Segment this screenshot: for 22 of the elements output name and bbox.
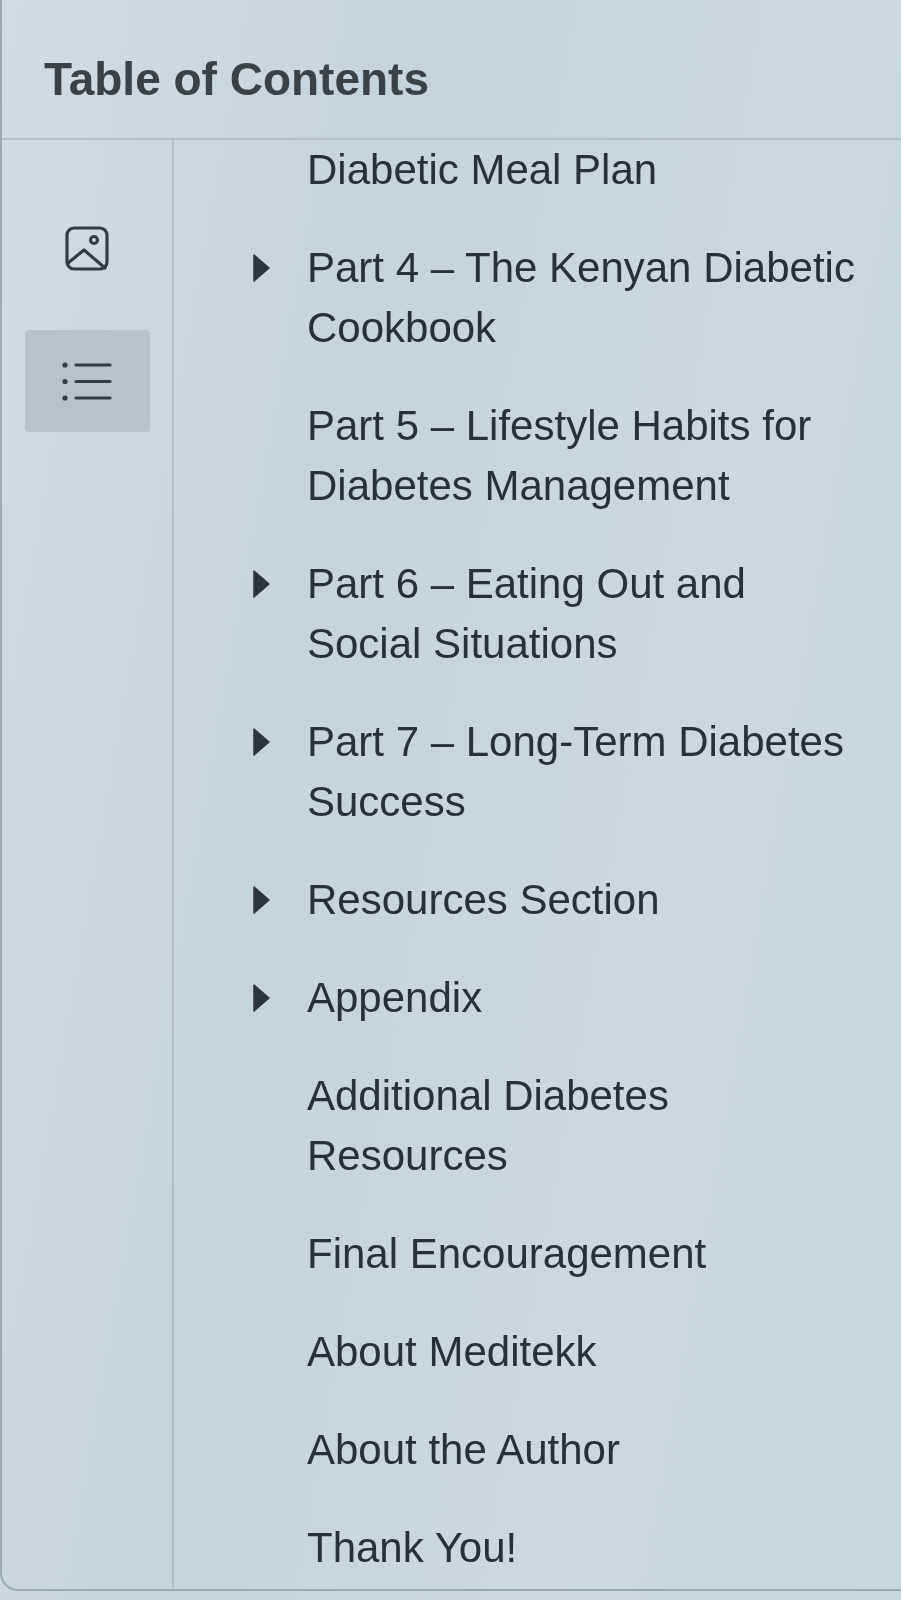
toc-entry[interactable]: Part 7 – Long-Term Diabetes Success [307,712,862,832]
toc-entry[interactable]: Resources Section [307,870,660,930]
sidebar-tab[interactable] [24,330,150,432]
sidebar-tab[interactable] [65,226,109,271]
toc-entry[interactable]: Part 5 – Lifestyle Habits for Diabetes Management [307,396,862,516]
toc-entry[interactable]: Part 4 – The Kenyan Diabetic Cookbook [307,238,862,358]
toc-entry[interactable]: Diabetic Meal Plan [307,140,658,200]
toc-entry[interactable]: About the Author [307,1420,620,1480]
toc-entry[interactable]: Appendix [307,968,483,1028]
panel-title: Table of Contents [44,52,430,106]
toc-entry[interactable]: Thank You! [307,1518,518,1578]
toc-entry[interactable]: Part 6 – Eating Out and Social Situations [307,554,862,674]
caret-icon[interactable] [253,984,270,1012]
toc-entry[interactable]: Additional Diabetes Resources [307,1066,862,1186]
list-icon [62,360,112,402]
caret-icon[interactable] [253,254,270,282]
toc-entry[interactable]: Final Encouragement [307,1224,707,1284]
caret-icon[interactable] [253,886,270,914]
caret-icon[interactable] [253,570,270,598]
toc-entry[interactable]: About Meditekk [307,1322,597,1382]
caret-icon[interactable] [253,728,270,756]
image-icon [65,226,109,271]
